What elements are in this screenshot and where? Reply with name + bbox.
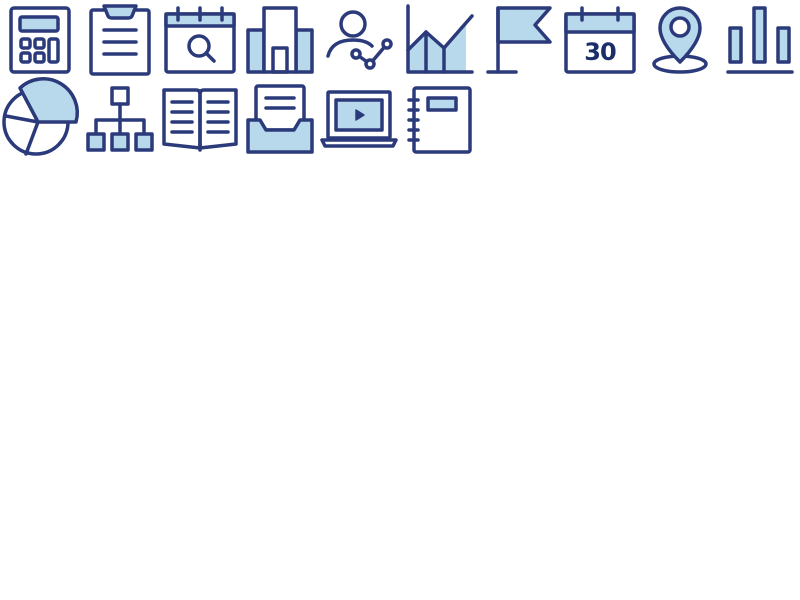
calculator-icon <box>0 0 80 80</box>
clipboard-icon <box>80 0 160 80</box>
area-chart-icon <box>400 0 480 80</box>
org-chart-icon <box>80 80 160 160</box>
calendar-search-icon <box>160 0 240 80</box>
bar-chart-icon <box>720 0 800 80</box>
notebook-icon <box>400 80 480 160</box>
open-book-icon <box>160 80 240 160</box>
calendar-day-number: 30 <box>584 38 616 66</box>
location-pin-icon <box>640 0 720 80</box>
laptop-video-icon <box>320 80 400 160</box>
calendar-date-icon: 30 <box>560 0 640 80</box>
user-analytics-icon <box>320 0 400 80</box>
buildings-icon <box>240 0 320 80</box>
flag-icon <box>480 0 560 80</box>
inbox-tray-icon <box>240 80 320 160</box>
icon-grid: 30 <box>0 0 800 600</box>
pie-chart-icon <box>0 77 80 160</box>
